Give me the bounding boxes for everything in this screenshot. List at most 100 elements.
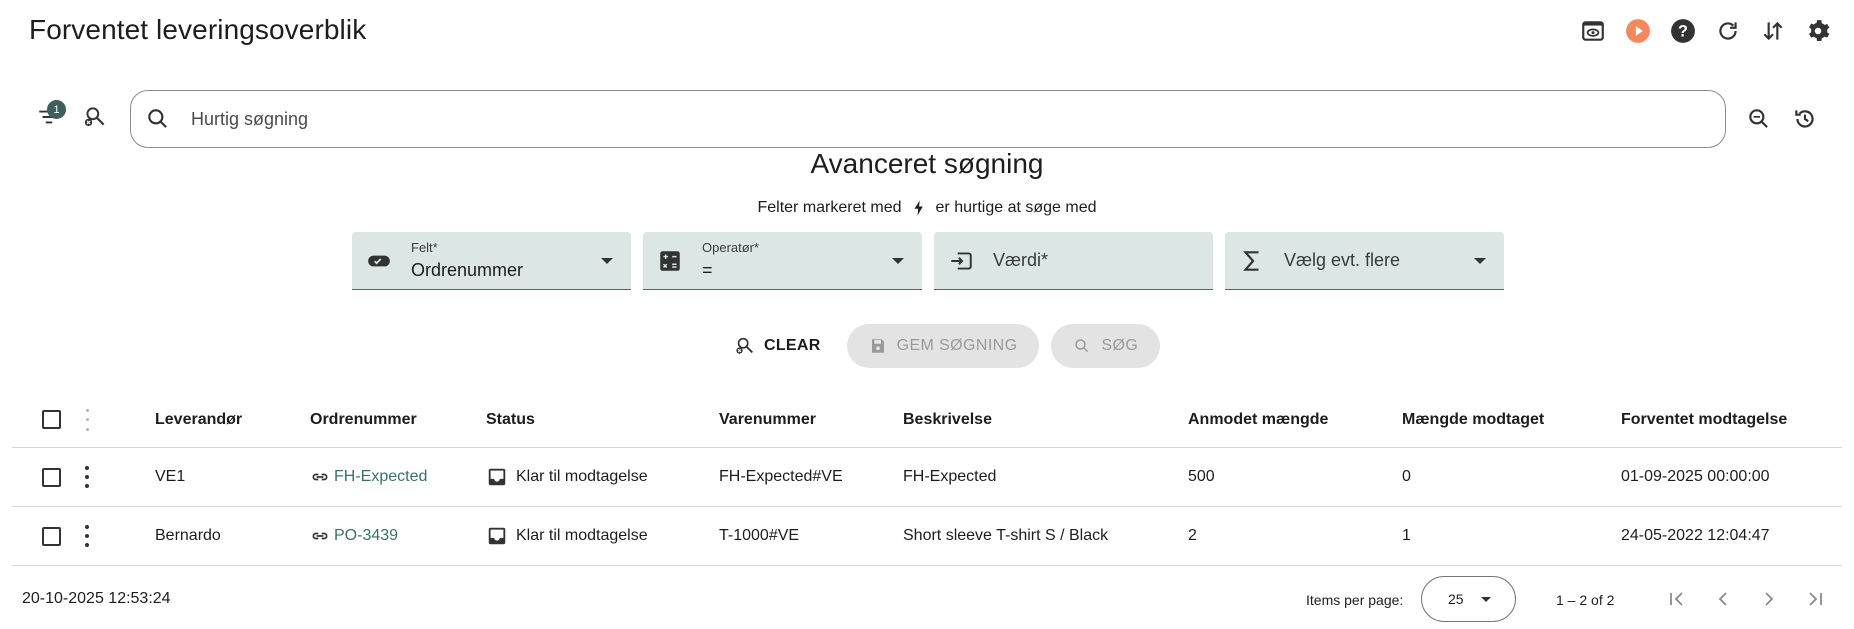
calculator-icon [660, 251, 680, 271]
item-number-cell: FH-Expected#VE [719, 468, 843, 485]
inbox-icon [488, 468, 506, 486]
received-quantity-cell: 0 [1402, 468, 1411, 485]
save-icon [871, 339, 884, 353]
quick-search-box[interactable] [130, 90, 1726, 148]
history-icon[interactable] [1790, 104, 1820, 134]
first-page-icon[interactable] [1664, 586, 1690, 612]
row-checkbox[interactable] [42, 467, 61, 487]
description-cell: Short sleeve T-shirt S / Black [903, 527, 1109, 544]
operator-label: Operatør* [702, 240, 760, 255]
order-link-label: PO-3439 [334, 527, 399, 544]
column-header[interactable]: Mængde modtaget [1402, 411, 1544, 429]
expected-date-cell: 24-05-2022 12:04:47 [1621, 527, 1770, 544]
column-header[interactable]: Status [486, 411, 535, 429]
table-header: Leverandør Ordrenummer Status Varenummer… [12, 392, 1842, 448]
bolt-icon [914, 200, 923, 216]
filter-count-badge: 1 [47, 100, 66, 119]
table-row[interactable]: Bernardo PO-3439 Klar til modtagelse T-1… [12, 507, 1842, 566]
item-number-cell: T-1000#VE [719, 527, 800, 544]
deliveries-table: Leverandør Ordrenummer Status Varenummer… [12, 392, 1842, 566]
sigma-icon [1243, 251, 1259, 271]
chevron-down-icon [1481, 597, 1491, 602]
value-placeholder: Værdi* [993, 250, 1049, 270]
aggregate-select[interactable]: Vælg evt. flere [1225, 232, 1504, 290]
order-link[interactable]: PO-3439 [310, 526, 398, 546]
requested-quantity-cell: 2 [1188, 527, 1197, 544]
column-header[interactable]: Leverandør [155, 411, 242, 429]
field-select[interactable]: Felt* Ordrenummer [352, 232, 631, 290]
save-search-label: GEM SØGNING [896, 337, 1018, 354]
hint-text-after: er hurtige at søge med [935, 199, 1097, 216]
field-label: Felt* [411, 240, 438, 255]
inbox-icon [488, 527, 506, 545]
row-menu-icon[interactable] [84, 525, 90, 547]
aggregate-placeholder: Vælg evt. flere [1284, 250, 1401, 270]
operator-select[interactable]: Operatør* = [643, 232, 922, 290]
next-page-icon[interactable] [1756, 586, 1782, 612]
toggle-icon [368, 255, 390, 267]
expected-date-cell: 01-09-2025 00:00:00 [1621, 468, 1770, 485]
order-link[interactable]: FH-Expected [310, 467, 427, 487]
previous-page-icon[interactable] [1710, 586, 1736, 612]
pagination-range: 1 – 2 of 2 [1556, 592, 1615, 608]
requested-quantity-cell: 500 [1188, 468, 1215, 485]
column-header[interactable]: Anmodet mængde [1188, 411, 1328, 429]
sort-icon[interactable] [1758, 16, 1787, 45]
search-icon [1075, 339, 1089, 353]
field-value: Ordrenummer [411, 260, 524, 280]
svg-text:?: ? [1678, 22, 1688, 40]
preview-icon[interactable] [1578, 16, 1607, 45]
row-menu-icon[interactable] [84, 466, 90, 488]
search-button-label: SØG [1101, 337, 1139, 354]
select-all-checkbox[interactable] [42, 410, 61, 429]
table-row[interactable]: VE1 FH-Expected Klar til modtagelse FH-E… [12, 448, 1842, 507]
clear-button-label: CLEAR [764, 337, 821, 354]
clear-button[interactable]: CLEAR [720, 324, 835, 368]
clear-search-icon [736, 337, 753, 354]
advanced-search-title: Avanceret søgning [810, 148, 1044, 179]
chevron-down-icon [601, 258, 613, 264]
column-header[interactable]: Varenummer [719, 411, 816, 429]
description-cell: FH-Expected [903, 468, 997, 485]
status-cell: Klar til modtagelse [486, 466, 648, 488]
play-icon[interactable] [1623, 16, 1652, 45]
advanced-search-hint: Felter markeret med er hurtige at søge m… [0, 199, 1854, 217]
chevron-down-icon [892, 258, 904, 264]
column-menu-icon[interactable] [84, 408, 90, 431]
advanced-search-icon[interactable] [1744, 104, 1774, 134]
settings-icon[interactable] [1803, 16, 1832, 45]
items-per-page-select[interactable]: 25 [1421, 576, 1516, 622]
hint-text-before: Felter markeret med [757, 199, 902, 216]
pagination-controls [1664, 586, 1828, 612]
refresh-icon[interactable] [1713, 16, 1742, 45]
row-checkbox[interactable] [42, 526, 61, 546]
supplier-cell: Bernardo [155, 527, 221, 544]
clear-search-icon[interactable] [82, 104, 112, 134]
status-label: Klar til modtagelse [516, 468, 648, 485]
supplier-cell: VE1 [155, 468, 186, 485]
link-icon [312, 473, 328, 481]
order-link-label: FH-Expected [334, 468, 428, 485]
operator-value: = [702, 260, 713, 280]
quick-search-input[interactable] [191, 108, 1591, 130]
link-icon [312, 532, 328, 540]
page-title: Forventet leveringsoverblik [29, 14, 367, 45]
header-toolbar: ? [1578, 16, 1832, 45]
last-updated-timestamp: 20-10-2025 12:53:24 [22, 590, 171, 607]
value-input[interactable]: Værdi* [934, 232, 1213, 290]
chevron-down-icon [1474, 258, 1486, 264]
search-icon [148, 109, 167, 128]
search-button[interactable]: SØG [1051, 324, 1161, 368]
column-header[interactable]: Ordrenummer [310, 411, 417, 429]
items-per-page-value: 25 [1448, 591, 1464, 607]
status-label: Klar til modtagelse [516, 527, 648, 544]
column-header[interactable]: Forventet modtagelse [1621, 411, 1787, 429]
status-cell: Klar til modtagelse [486, 525, 648, 547]
save-search-button[interactable]: GEM SØGNING [846, 324, 1040, 368]
items-per-page-label: Items per page: [1306, 592, 1404, 608]
column-header[interactable]: Beskrivelse [903, 411, 992, 429]
input-icon [951, 252, 972, 270]
last-page-icon[interactable] [1802, 586, 1828, 612]
help-icon[interactable]: ? [1668, 16, 1697, 45]
received-quantity-cell: 1 [1402, 527, 1411, 544]
